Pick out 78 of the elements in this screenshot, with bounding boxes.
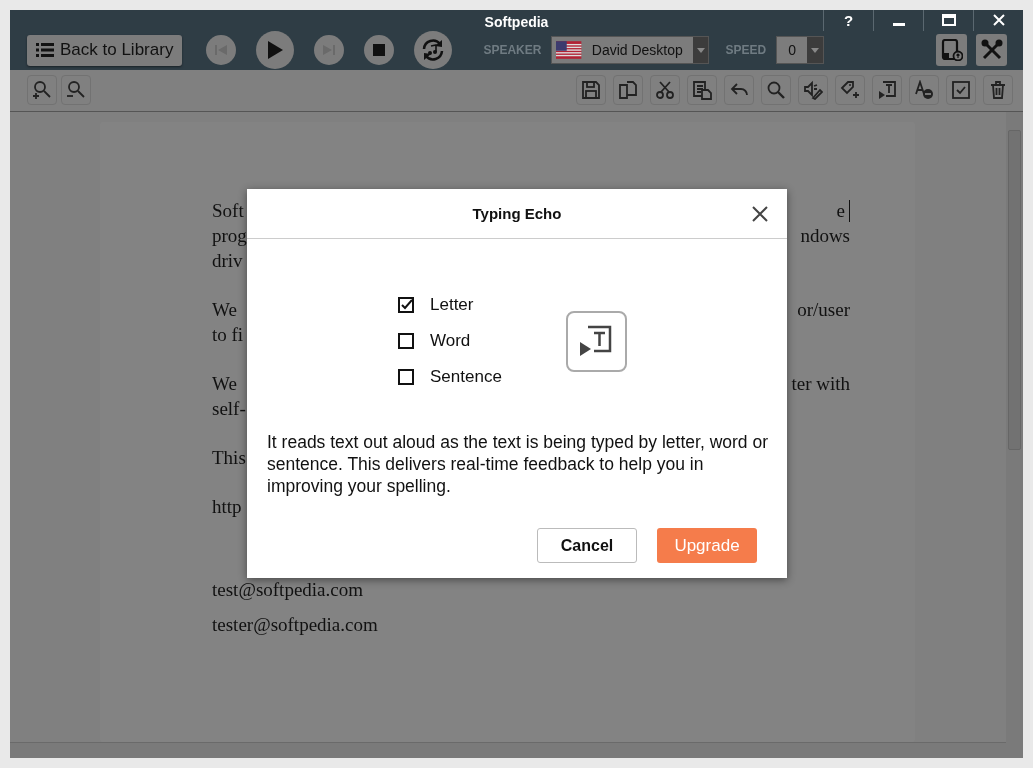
document-text: test@softpedia.com (212, 578, 363, 601)
add-tag-button[interactable] (835, 75, 865, 106)
back-to-library-button[interactable]: Back to Library (27, 34, 183, 66)
search-icon (766, 80, 786, 101)
help-button[interactable]: ? (823, 10, 873, 31)
document-text: to fi (212, 323, 244, 346)
text-cursor (849, 199, 850, 222)
zoom-in-button[interactable] (27, 75, 57, 106)
dialog-description: It reads text out aloud as the text is being typed by letter, word or sentence. This delivers real-time feedback to help you in improving your spelling. (267, 431, 769, 497)
tools-icon (980, 39, 1003, 62)
list-icon (36, 42, 54, 59)
close-icon (992, 14, 1005, 27)
speaker-pencil-icon (803, 80, 823, 101)
tag-plus-icon (840, 80, 860, 101)
close-icon (751, 205, 769, 223)
copy-button[interactable] (613, 75, 643, 106)
close-button[interactable] (751, 205, 769, 223)
speak-edit-button[interactable] (798, 75, 828, 106)
window-title: Softpedia (484, 14, 549, 30)
scissors-icon (655, 80, 675, 101)
text-play-icon (877, 80, 897, 101)
play-button[interactable] (256, 31, 295, 70)
document-text: This (212, 446, 246, 469)
find-button[interactable] (761, 75, 791, 106)
document-text: self- (212, 397, 246, 420)
checkbox-icon (951, 80, 971, 101)
option-label[interactable]: Letter (430, 295, 474, 315)
remove-format-button[interactable] (909, 75, 939, 106)
check-button[interactable] (946, 75, 976, 106)
document-text: We (212, 372, 237, 395)
document-text: tester@softpedia.com (212, 613, 378, 636)
text-play-icon (565, 310, 627, 372)
document-text: or/user (797, 298, 850, 321)
speaker-dropdown[interactable]: David Desktop (551, 36, 710, 65)
cut-button[interactable] (650, 75, 680, 106)
stop-button[interactable] (364, 35, 395, 66)
maximize-icon (941, 14, 956, 27)
document-text: Soft (212, 199, 244, 222)
caret-icon (696, 47, 705, 53)
horizontal-scrollbar[interactable] (10, 742, 1006, 758)
document-text: prog (212, 224, 247, 247)
document-text: We (212, 298, 237, 321)
trash-icon (988, 80, 1008, 101)
typing-echo-button[interactable] (872, 75, 902, 106)
play-icon (266, 40, 285, 61)
document-text: ndows (800, 224, 850, 247)
tablet-icon (940, 39, 963, 62)
zoom-in-icon (32, 80, 52, 101)
delete-button[interactable] (983, 75, 1013, 106)
checkbox[interactable] (398, 333, 414, 349)
speed-label: SPEED (725, 43, 767, 58)
checkbox[interactable] (398, 297, 414, 313)
document-text: e (836, 199, 845, 222)
checkbox[interactable] (398, 369, 414, 385)
minimize-icon (892, 22, 905, 26)
undo-button[interactable] (724, 75, 754, 106)
documents-icon (618, 80, 638, 101)
save-button[interactable] (576, 75, 606, 106)
settings-button[interactable] (976, 34, 1007, 67)
caret-icon (811, 47, 820, 53)
document-text: http (212, 495, 242, 518)
paste-button[interactable] (687, 75, 717, 106)
flag-icon (556, 41, 582, 60)
stop-icon (372, 43, 387, 58)
option-label[interactable]: Word (430, 331, 471, 351)
document-text: ter with (791, 372, 850, 395)
option-label[interactable]: Sentence (430, 367, 502, 387)
vertical-scrollbar[interactable] (1006, 112, 1023, 758)
clipboard-icon (692, 80, 712, 101)
letter-minus-icon (914, 80, 934, 101)
dialog-title: Typing Echo (472, 205, 562, 222)
document-text: driv (212, 249, 243, 272)
device-button[interactable] (936, 34, 967, 67)
speaker-label: SPEAKER (483, 43, 542, 58)
repeat-button[interactable] (414, 31, 453, 70)
cancel-button[interactable]: Cancel (537, 528, 637, 563)
zoom-out-button[interactable] (61, 75, 91, 106)
speed-dropdown[interactable]: 0 (776, 36, 825, 65)
